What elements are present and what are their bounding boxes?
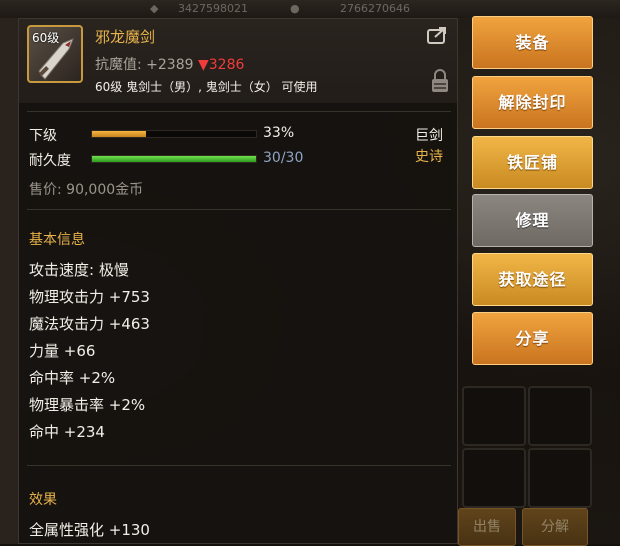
- divider: [27, 465, 451, 466]
- attr-hit-rate: 命中率 +2%: [29, 369, 116, 387]
- item-icon: 60级: [27, 25, 83, 83]
- durability-bar-fill: [92, 156, 256, 162]
- item-level-badge: 60级: [32, 31, 60, 45]
- inventory-slot[interactable]: [462, 386, 526, 446]
- item-name: 邪龙魔剑: [95, 28, 156, 46]
- repair-button[interactable]: 修理: [472, 194, 593, 247]
- attr-accuracy: 命中 +234: [29, 423, 105, 441]
- blacksmith-button[interactable]: 铁匠铺: [472, 136, 593, 189]
- resist-label: 抗魔值:: [95, 57, 142, 73]
- item-tooltip: 60级 邪龙魔剑 抗魔值: +2389 ▼3286 60级 鬼剑士（男）, 鬼剑…: [18, 18, 458, 544]
- durability-label: 耐久度: [29, 153, 71, 169]
- inventory-slot[interactable]: [528, 448, 592, 508]
- attr-physical-attack: 物理攻击力 +753: [29, 288, 150, 306]
- sell-button[interactable]: 出售: [458, 508, 516, 546]
- basic-info-title: 基本信息: [29, 232, 85, 248]
- resist-compare: ▼3286: [197, 57, 245, 73]
- divider: [27, 111, 451, 112]
- character-preview: [0, 18, 18, 544]
- currency-amount-2: 2766270646: [340, 2, 410, 15]
- gem-icon: ◆: [150, 2, 159, 15]
- share-button[interactable]: 分享: [472, 312, 593, 365]
- grade-label: 下级: [29, 128, 57, 144]
- resist-value: +2389: [146, 57, 194, 73]
- attr-attack-speed: 攻击速度: 极慢: [29, 261, 129, 279]
- durability-value: 30/30: [263, 150, 304, 166]
- unseal-button[interactable]: 解除封印: [472, 76, 593, 129]
- rarity-tag: 史诗: [415, 149, 443, 165]
- equip-button[interactable]: 装备: [472, 16, 593, 69]
- effects-title: 效果: [29, 492, 57, 508]
- weapon-type-tag: 巨剑: [415, 128, 443, 144]
- inventory-slot[interactable]: [462, 448, 526, 508]
- usable-classes: 60级 鬼剑士（男）, 鬼剑士（女） 可使用: [95, 80, 318, 94]
- tooltip-header: 60级 邪龙魔剑 抗魔值: +2389 ▼3286 60级 鬼剑士（男）, 鬼剑…: [19, 19, 457, 103]
- attr-physical-crit: 物理暴击率 +2%: [29, 396, 146, 414]
- divider: [27, 209, 451, 210]
- attr-magic-attack: 魔法攻击力 +463: [29, 315, 150, 333]
- share-icon[interactable]: [427, 25, 449, 45]
- grade-percent: 33%: [263, 125, 295, 141]
- grade-bar-fill: [92, 131, 147, 137]
- attr-strength: 力量 +66: [29, 342, 96, 360]
- currency-amount-1: 3427598021: [178, 2, 248, 15]
- grade-bar: [91, 130, 257, 138]
- coin-icon: ●: [290, 2, 300, 15]
- lock-icon[interactable]: [431, 69, 449, 93]
- sell-price: 售价: 90,000金币: [29, 182, 144, 198]
- resist-line: 抗魔值: +2389 ▼3286: [95, 54, 244, 74]
- durability-bar: [91, 155, 257, 163]
- inventory-slot[interactable]: [528, 386, 592, 446]
- obtain-source-button[interactable]: 获取途径: [472, 253, 593, 306]
- disassemble-button[interactable]: 分解: [522, 508, 588, 546]
- effect-all-stats: 全属性强化 +130: [29, 521, 150, 539]
